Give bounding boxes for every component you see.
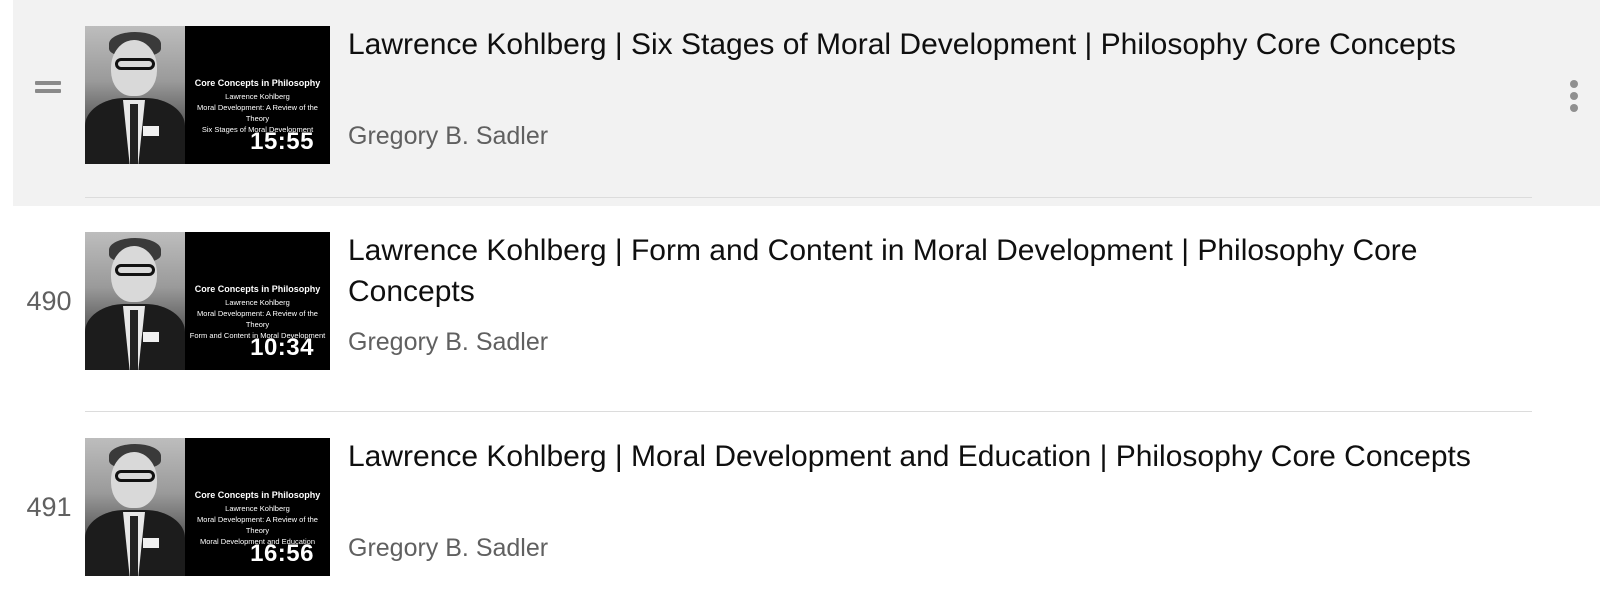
playlist-item[interactable]: Core Concepts in Philosophy Lawrence Koh… [13, 0, 1600, 206]
video-thumbnail[interactable]: Core Concepts in Philosophy Lawrence Koh… [85, 438, 330, 576]
more-vertical-icon[interactable] [1564, 76, 1584, 116]
playlist-item[interactable]: 491 Core Concepts in Philosophy Lawrence… [13, 412, 1600, 604]
item-index: 491 [26, 491, 72, 522]
drag-handle-icon[interactable] [35, 78, 61, 96]
playlist-list: Core Concepts in Philosophy Lawrence Koh… [0, 0, 1600, 604]
thumbnail-caption: Core Concepts in Philosophy Lawrence Koh… [194, 78, 321, 134]
playlist-item[interactable]: 490 Core Concepts in Philosophy Lawrence… [13, 206, 1600, 412]
video-title[interactable]: Lawrence Kohlberg | Moral Development an… [348, 436, 1538, 477]
portrait-image [85, 438, 185, 576]
channel-name[interactable]: Gregory B. Sadler [348, 328, 548, 357]
channel-name[interactable]: Gregory B. Sadler [348, 534, 548, 563]
portrait-image [85, 232, 185, 370]
item-index: 490 [26, 285, 72, 316]
thumbnail-caption: Core Concepts in Philosophy Lawrence Koh… [194, 490, 321, 546]
divider [85, 197, 1532, 198]
duration-badge: 10:34 [250, 334, 314, 361]
video-thumbnail[interactable]: Core Concepts in Philosophy Lawrence Koh… [85, 232, 330, 370]
thumbnail-caption: Core Concepts in Philosophy Lawrence Koh… [189, 284, 326, 340]
duration-badge: 16:56 [250, 540, 314, 567]
video-thumbnail[interactable]: Core Concepts in Philosophy Lawrence Koh… [85, 26, 330, 164]
duration-badge: 15:55 [250, 128, 314, 155]
portrait-image [85, 26, 185, 164]
channel-name[interactable]: Gregory B. Sadler [348, 122, 548, 151]
video-title[interactable]: Lawrence Kohlberg | Form and Content in … [348, 230, 1538, 312]
video-title[interactable]: Lawrence Kohlberg | Six Stages of Moral … [348, 24, 1538, 65]
